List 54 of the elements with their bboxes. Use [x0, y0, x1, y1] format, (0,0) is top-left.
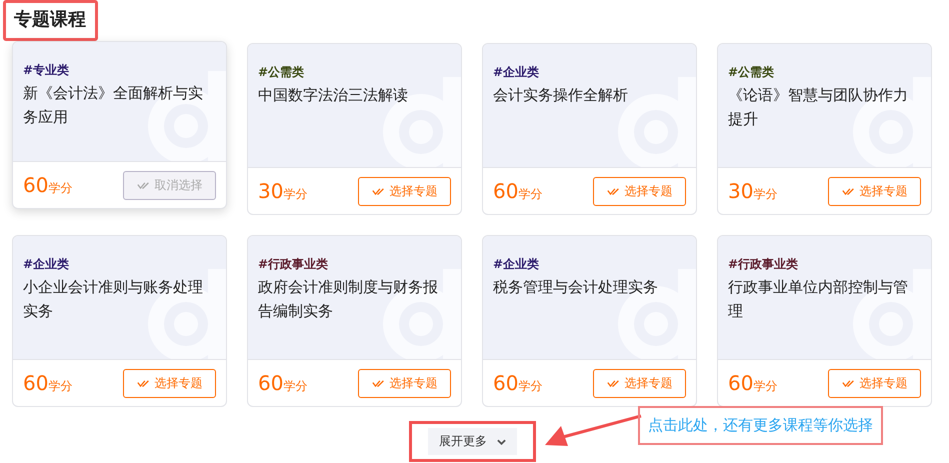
- credit-value: 30: [258, 179, 284, 203]
- course-card[interactable]: #专业类 新《会计法》全面解析与实务应用 60学分 取消选择: [12, 41, 227, 209]
- category-tag: #行政事业类: [258, 256, 451, 273]
- credit-value: 60: [23, 173, 48, 197]
- credit-unit: 学分: [283, 186, 308, 202]
- category-tag: #公需类: [258, 64, 451, 81]
- credit-unit: 学分: [518, 378, 542, 394]
- section-title: 专题课程: [14, 8, 86, 31]
- course-card[interactable]: #企业类 会计实务操作全解析 60学分 选择专题: [482, 43, 697, 215]
- category-tag: #专业类: [23, 62, 216, 79]
- double-check-icon: [372, 378, 386, 388]
- category-tag: #企业类: [493, 64, 686, 81]
- course-title: 《论语》智慧与团队协作力提升: [728, 85, 909, 130]
- credit-unit: 学分: [753, 378, 778, 394]
- course-title: 新《会计法》全面解析与实务应用: [23, 83, 204, 128]
- credit-value: 30: [728, 179, 754, 203]
- credit-unit: 学分: [283, 378, 308, 394]
- credit-value: 60: [493, 179, 518, 203]
- double-check-icon: [136, 378, 150, 388]
- expand-button[interactable]: 展开更多: [428, 428, 517, 455]
- course-card[interactable]: #行政事业类 政府会计准则制度与财务报告编制实务 60学分 选择专题: [247, 235, 462, 407]
- category-tag: #行政事业类: [728, 256, 921, 273]
- course-card[interactable]: #企业类 小企业会计准则与账务处理实务 60学分 选择专题: [12, 235, 227, 407]
- course-card[interactable]: #行政事业类 行政事业单位内部控制与管理 60学分 选择专题: [717, 235, 932, 407]
- course-title: 行政事业单位内部控制与管理: [728, 277, 909, 322]
- course-card[interactable]: #企业类 税务管理与会计处理实务 60学分 选择专题: [482, 235, 697, 407]
- double-check-icon: [372, 186, 386, 196]
- course-card[interactable]: #公需类 中国数字法治三法解读 30学分 选择专题: [247, 43, 462, 215]
- double-check-icon: [842, 378, 856, 388]
- course-title: 中国数字法治三法解读: [258, 85, 409, 106]
- double-check-icon: [842, 186, 856, 196]
- double-check-icon: [606, 378, 620, 388]
- watermark-icon: [851, 77, 931, 167]
- credit-unit: 学分: [48, 378, 72, 394]
- course-title: 小企业会计准则与账务处理实务: [23, 277, 204, 322]
- course-title: 税务管理与会计处理实务: [493, 277, 659, 298]
- credit-unit: 学分: [753, 186, 778, 202]
- credit-value: 60: [23, 371, 48, 395]
- chevron-down-icon: [497, 438, 506, 444]
- double-check-icon: [136, 180, 150, 190]
- course-title: 政府会计准则制度与财务报告编制实务: [258, 277, 439, 322]
- double-check-icon: [606, 186, 620, 196]
- category-tag: #公需类: [728, 64, 921, 81]
- category-tag: #企业类: [23, 256, 216, 273]
- credit-unit: 学分: [518, 186, 542, 202]
- course-title: 会计实务操作全解析: [493, 85, 629, 106]
- callout-note: 点击此处，还有更多课程等你选择: [638, 406, 883, 445]
- credit-value: 60: [728, 371, 754, 395]
- credit-value: 60: [258, 371, 284, 395]
- credit-value: 60: [493, 371, 518, 395]
- category-tag: #企业类: [493, 256, 686, 273]
- credit-unit: 学分: [48, 180, 72, 196]
- course-card[interactable]: #公需类 《论语》智慧与团队协作力提升 30学分 选择专题: [717, 43, 932, 215]
- watermark-icon: [146, 269, 226, 359]
